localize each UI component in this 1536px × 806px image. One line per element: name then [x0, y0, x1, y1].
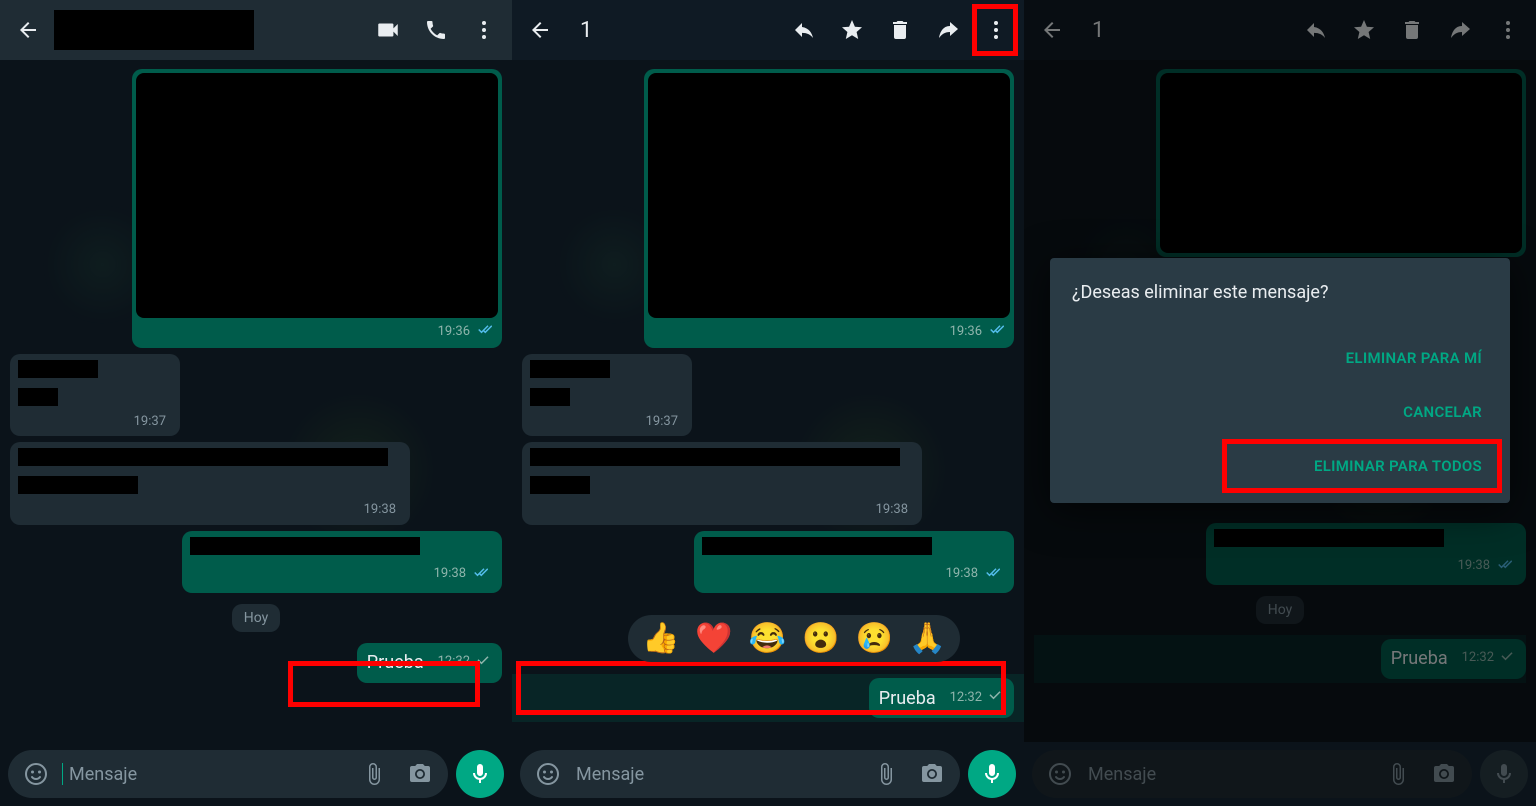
sent-tick-icon — [474, 651, 492, 675]
forward-button — [1438, 8, 1482, 52]
dialog-title: ¿Deseas eliminar este mensaje? — [1072, 282, 1488, 303]
input-bar: Mensaje — [520, 750, 1016, 798]
back-button — [1030, 8, 1074, 52]
read-ticks-icon — [474, 320, 492, 342]
attach-icon[interactable] — [864, 752, 908, 796]
message-out-1[interactable]: 19:38 — [522, 531, 1014, 593]
chat-area: 19:36 19:37 19:38 19:38 Hoy — [0, 60, 512, 742]
screen-1: 19:36 19:37 19:38 19:38 Hoy — [0, 0, 512, 806]
more-options-button[interactable] — [974, 8, 1018, 52]
image-attachment-redacted — [136, 73, 498, 318]
more-options-button — [1486, 8, 1530, 52]
screen-3: 1 19:38 Hoy Prueba12:32 Mensaje ¿Deseas … — [1024, 0, 1536, 806]
reaction-pray[interactable]: 🙏 — [909, 621, 946, 656]
msg-time: 19:36 — [438, 324, 470, 339]
reply-button — [1294, 8, 1338, 52]
cancel-button[interactable]: CANCELAR — [1072, 385, 1488, 439]
msg-time: 12:32 — [438, 654, 470, 671]
contact-name-redacted — [54, 10, 254, 50]
text-cursor — [62, 763, 63, 785]
star-button — [1342, 8, 1386, 52]
delete-for-me-button[interactable]: ELIMINAR PARA MÍ — [1072, 331, 1488, 385]
selection-topbar: 1 — [512, 0, 1024, 60]
selection-topbar: 1 — [1024, 0, 1536, 60]
message-input[interactable]: Mensaje — [8, 750, 448, 798]
more-options-button[interactable] — [462, 8, 506, 52]
voice-call-button[interactable] — [414, 8, 458, 52]
message-in-1[interactable]: 19:37 — [522, 354, 1014, 436]
sent-tick-icon — [986, 686, 1004, 710]
message-input[interactable]: Mensaje — [520, 750, 960, 798]
reply-button[interactable] — [782, 8, 826, 52]
reaction-thumbsup[interactable]: 👍 — [642, 621, 679, 656]
message-image-out[interactable]: 19:36 — [10, 69, 502, 348]
selection-count: 1 — [566, 18, 778, 43]
message-in-2[interactable]: 19:38 — [10, 442, 502, 524]
msg-time: 19:37 — [134, 414, 166, 431]
reaction-heart[interactable]: ❤️ — [695, 621, 732, 656]
msg-time: 19:38 — [364, 502, 396, 519]
emoji-icon[interactable] — [526, 752, 570, 796]
message-test-selected[interactable]: Prueba 12:32 — [512, 674, 1024, 722]
chat-topbar — [0, 0, 512, 60]
msg-text: Prueba — [367, 651, 424, 674]
reaction-sad[interactable]: 😢 — [855, 621, 892, 656]
reaction-picker[interactable]: 👍 ❤️ 😂 😮 😢 🙏 — [628, 615, 960, 662]
msg-time: 19:38 — [434, 566, 466, 583]
back-button[interactable] — [518, 8, 562, 52]
forward-button[interactable] — [926, 8, 970, 52]
input-placeholder: Mensaje — [65, 764, 350, 785]
message-out-1[interactable]: 19:38 — [10, 531, 502, 593]
attach-icon[interactable] — [352, 752, 396, 796]
chat-area: 19:36 19:37 19:38 19:38 👍 ❤️ 😂 😮 😢 🙏 Pru… — [512, 60, 1024, 742]
delete-for-everyone-button[interactable]: ELIMINAR PARA TODOS — [1072, 439, 1488, 493]
message-in-2[interactable]: 19:38 — [522, 442, 1014, 524]
mic-button[interactable] — [456, 750, 504, 798]
selection-count: 1 — [1078, 18, 1290, 43]
video-call-button[interactable] — [366, 8, 410, 52]
screen-2: 1 19:36 19:37 19:38 19:38 👍 ❤️ 😂 — [512, 0, 1024, 806]
message-in-1[interactable]: 19:37 — [10, 354, 502, 436]
delete-dialog: ¿Deseas eliminar este mensaje? ELIMINAR … — [1050, 258, 1510, 503]
read-ticks-icon — [982, 563, 1000, 587]
delete-button[interactable] — [878, 8, 922, 52]
back-button[interactable] — [6, 8, 50, 52]
camera-icon[interactable] — [398, 752, 442, 796]
reaction-wow[interactable]: 😮 — [802, 621, 839, 656]
input-bar: Mensaje — [8, 750, 504, 798]
camera-icon[interactable] — [910, 752, 954, 796]
reaction-laugh[interactable]: 😂 — [749, 621, 786, 656]
message-test[interactable]: Prueba 12:32 — [10, 643, 502, 683]
read-ticks-icon — [986, 320, 1004, 342]
contact-header[interactable] — [54, 10, 362, 50]
star-button[interactable] — [830, 8, 874, 52]
mic-button[interactable] — [968, 750, 1016, 798]
emoji-icon[interactable] — [14, 752, 58, 796]
message-image-out[interactable]: 19:36 — [522, 69, 1014, 348]
read-ticks-icon — [470, 563, 488, 587]
delete-button — [1390, 8, 1434, 52]
